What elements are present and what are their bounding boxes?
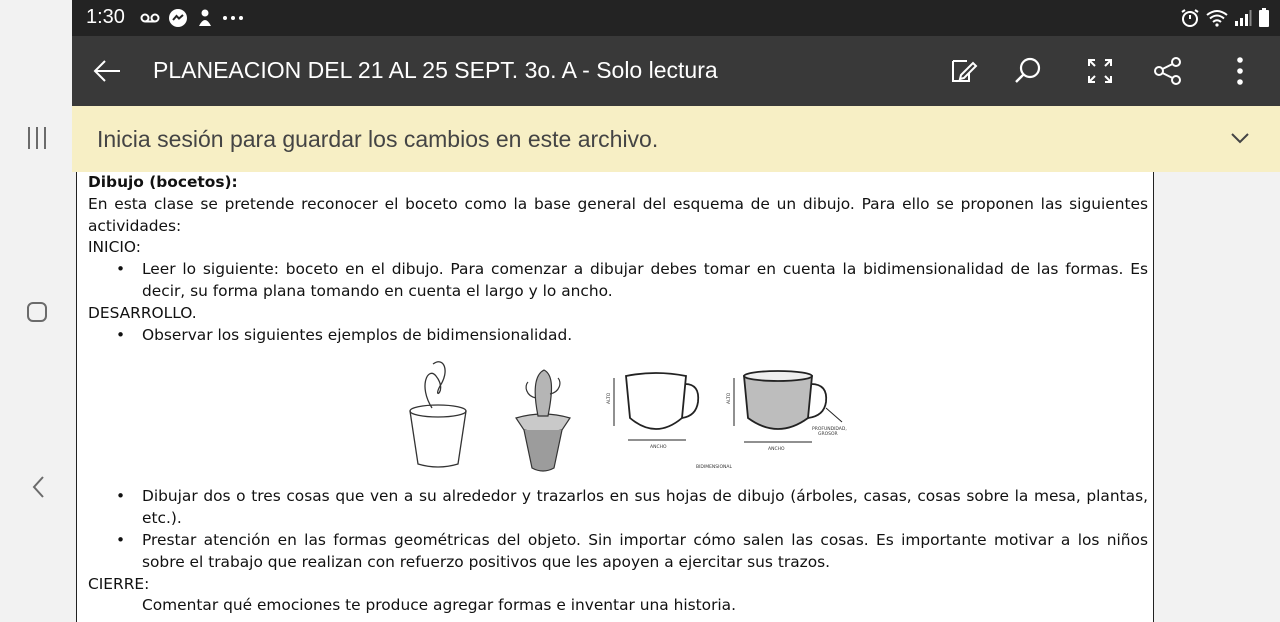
status-bar: 1:30 <box>72 0 1280 36</box>
signal-icon <box>1235 10 1252 26</box>
chevron-down-icon[interactable] <box>1230 130 1250 146</box>
list-item: Dibujar dos o tres cosas que ven a su al… <box>116 486 1148 530</box>
search-icon[interactable] <box>1012 55 1044 87</box>
cup-sketch-icon <box>409 361 467 469</box>
system-back-icon[interactable] <box>28 474 52 500</box>
app-toolbar: PLANEACION DEL 21 AL 25 SEPT. 3o. A - So… <box>72 36 1280 106</box>
desarrollo-list-continued: Dibujar dos o tres cosas que ven a su al… <box>88 486 1148 573</box>
navigation-rail <box>0 0 72 622</box>
document-title: PLANEACION DEL 21 AL 25 SEPT. 3o. A - So… <box>153 57 718 83</box>
fullscreen-icon[interactable] <box>1084 55 1116 87</box>
figure-label-ancho: ANCHO <box>650 444 667 450</box>
more-options-icon[interactable] <box>1224 55 1256 87</box>
back-arrow-icon[interactable] <box>92 58 122 84</box>
inicio-list: Leer lo siguiente: boceto en el dibujo. … <box>88 259 1148 303</box>
list-item: Prestar atención en las formas geométric… <box>116 530 1148 574</box>
section-heading: Dibujo (bocetos): <box>88 173 238 191</box>
document-viewer[interactable]: Dibujo (bocetos): En esta clase se prete… <box>72 172 1280 622</box>
desarrollo-label: DESARROLLO. <box>88 303 197 322</box>
intro-paragraph: En esta clase se pretende reconocer el b… <box>88 194 1148 235</box>
mug-outline-icon <box>613 372 700 441</box>
recents-icon[interactable] <box>26 127 50 149</box>
edit-icon[interactable] <box>947 55 979 87</box>
figure-label-alto: ALTO <box>606 393 612 405</box>
document-page: Dibujo (bocetos): En esta clase se prete… <box>76 172 1154 622</box>
battery-icon <box>1259 8 1269 27</box>
figure-label-alto: ALTO <box>726 393 732 405</box>
figure-caption: BIDIMENSIONAL <box>696 464 732 470</box>
share-icon[interactable] <box>1152 55 1184 87</box>
figure-label-grosor: GROSOR <box>818 431 838 437</box>
bidimensional-examples-figure: ALTO ANCHO ALTO ANCHO PROFUNDIDAD, GROSO… <box>88 346 1148 486</box>
more-notifications-icon <box>223 16 243 20</box>
cierre-label: CIERRE: <box>88 574 150 593</box>
notification-icons <box>140 8 244 28</box>
signin-banner[interactable]: Inicia sesión para guardar los cambios e… <box>72 106 1280 172</box>
system-status-icons <box>1180 6 1270 30</box>
list-item: Leer lo siguiente: boceto en el dibujo. … <box>116 259 1148 303</box>
signin-message: Inicia sesión para guardar los cambios e… <box>97 126 659 152</box>
messenger-icon <box>169 9 187 27</box>
inicio-label: INICIO: <box>88 238 141 257</box>
voicemail-icon <box>140 13 160 23</box>
app-notification-icon <box>199 9 211 26</box>
figure-label-ancho: ANCHO <box>768 446 785 452</box>
wifi-icon <box>1206 10 1228 27</box>
cierre-paragraph: Comentar qué emociones te produce agrega… <box>142 596 737 615</box>
document-body: Dibujo (bocetos): En esta clase se prete… <box>88 172 1148 617</box>
list-item: Observar los siguientes ejemplos de bidi… <box>116 325 1148 347</box>
cactus-pot-sketch-icon <box>515 369 571 472</box>
alarm-icon <box>1181 9 1199 27</box>
desarrollo-list: Observar los siguientes ejemplos de bidi… <box>88 325 1148 347</box>
home-icon[interactable] <box>27 302 47 322</box>
status-time: 1:30 <box>86 6 125 28</box>
